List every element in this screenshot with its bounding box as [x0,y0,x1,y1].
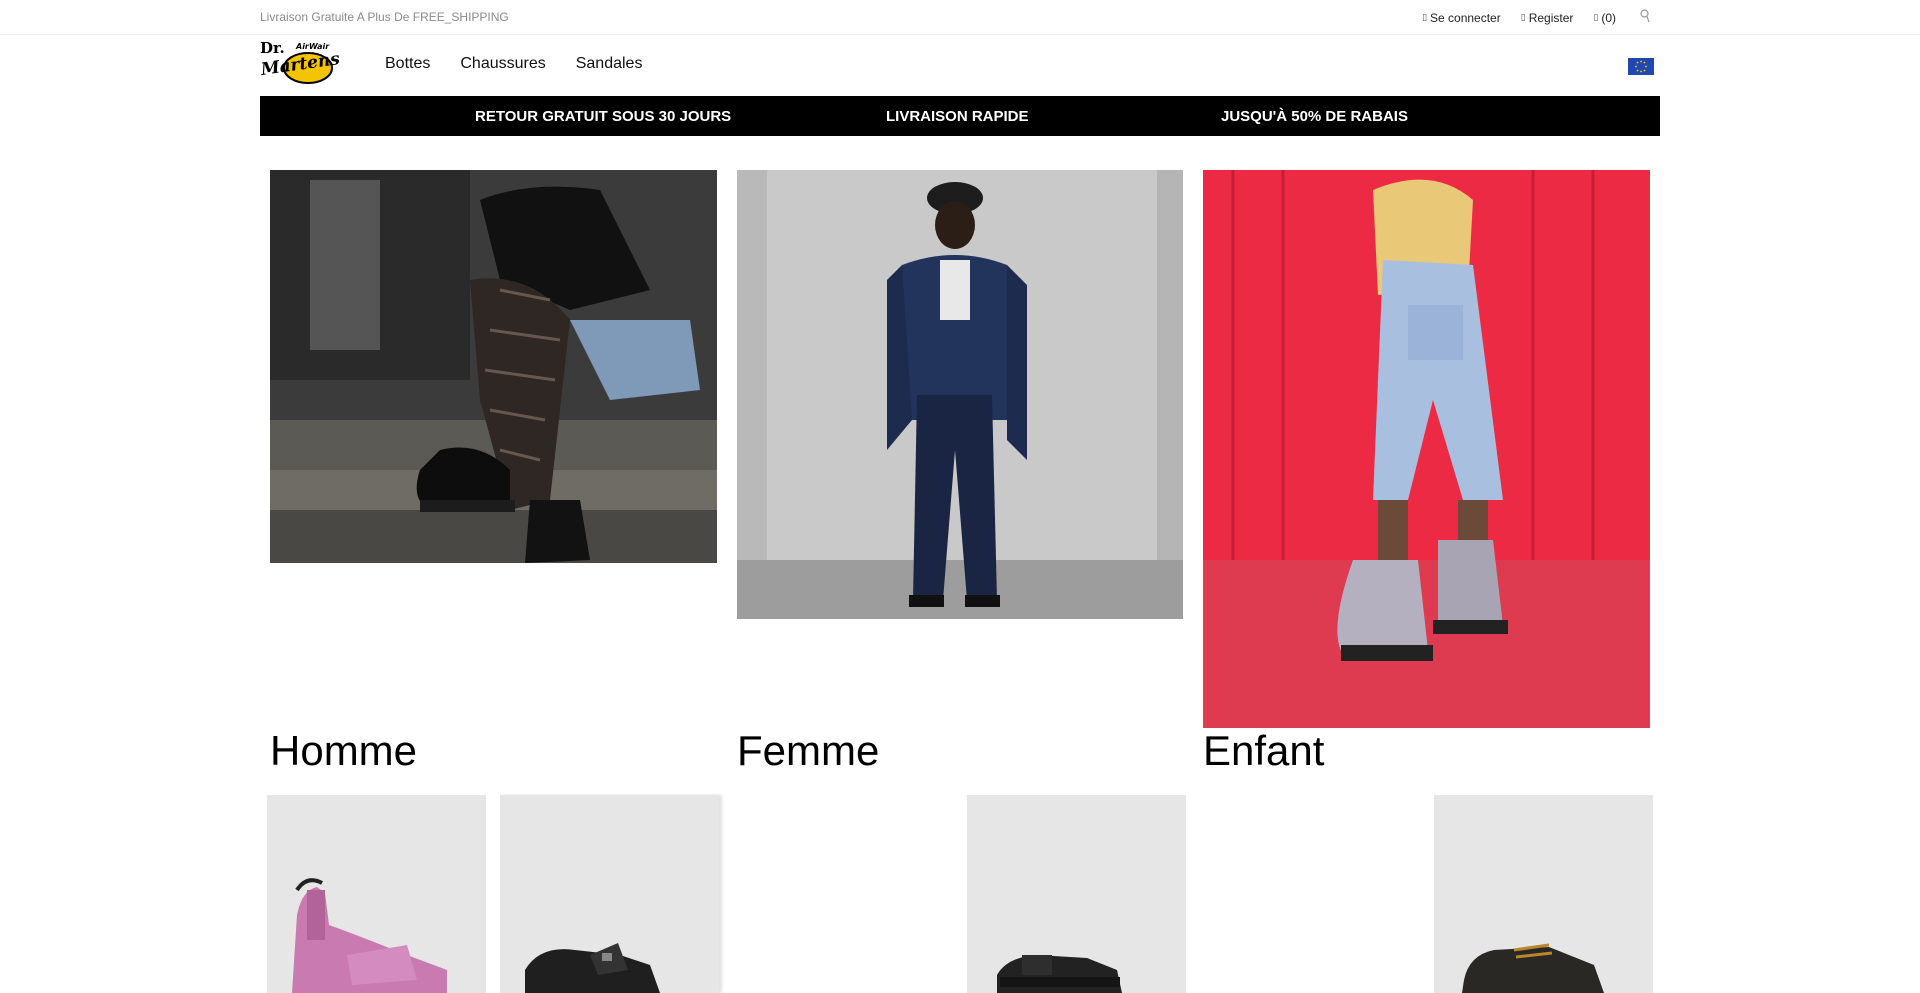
pink-sandal-image [292,878,447,993]
product-tile-black-shoe[interactable] [1434,795,1653,993]
category-title-homme[interactable]: Homme [270,727,417,775]
account-links: ▯ Se connecter ▯ Register ▯ (0) [1422,9,1650,26]
top-bar: Livraison Gratuite A Plus De FREE_SHIPPI… [0,0,1920,35]
svg-text:AirWair: AirWair [295,42,330,51]
category-image-femme[interactable] [737,170,1183,619]
cart-icon: ▯ [1593,12,1599,22]
category-title-enfant[interactable]: Enfant [1203,727,1324,775]
main-header: Dr. Martens AirWair Bottes Chaussures Sa… [0,35,1920,95]
nav-sandales[interactable]: Sandales [576,55,643,73]
category-title-femme[interactable]: Femme [737,727,879,775]
dr-martens-logo[interactable]: Dr. Martens AirWair [259,38,342,85]
free-shipping-promo: Livraison Gratuite A Plus De FREE_SHIPPI… [260,10,509,24]
nav-bottes[interactable]: Bottes [385,55,430,73]
black-shoe-image [1462,943,1604,993]
product-tile-black-sandal[interactable] [500,795,719,993]
category-image-enfant[interactable] [1203,170,1650,728]
register-link[interactable]: ▯ Register [1521,11,1574,25]
category-image-homme[interactable] [270,170,717,563]
cart-count: (0) [1601,10,1616,25]
black-sandal-image [525,943,660,993]
banner-free-returns: RETOUR GRATUIT SOUS 30 JOURS [475,108,732,125]
black-mule-image [997,955,1122,993]
login-label: Se connecter [1430,10,1501,25]
product-tile-black-mule[interactable] [967,795,1186,993]
search-icon[interactable] [1640,9,1650,26]
banner-discount: JUSQU'À 50% DE RABAIS [1221,108,1408,125]
cart-link[interactable]: ▯ (0) [1593,11,1616,25]
nav-chaussures[interactable]: Chaussures [460,55,545,73]
user-icon: ▯ [1422,12,1428,22]
product-tile-pink-sandal[interactable] [267,795,486,993]
login-link[interactable]: ▯ Se connecter [1422,11,1501,25]
banner-fast-delivery: LIVRAISON RAPIDE [886,108,1029,125]
register-label: Register [1528,10,1574,25]
svg-text:Dr.: Dr. [260,39,285,57]
main-nav: Bottes Chaussures Sandales [385,55,642,73]
promo-banner: RETOUR GRATUIT SOUS 30 JOURS LIVRAISON R… [260,96,1660,136]
user-plus-icon: ▯ [1520,12,1526,22]
eu-flag-icon[interactable] [1628,58,1654,75]
